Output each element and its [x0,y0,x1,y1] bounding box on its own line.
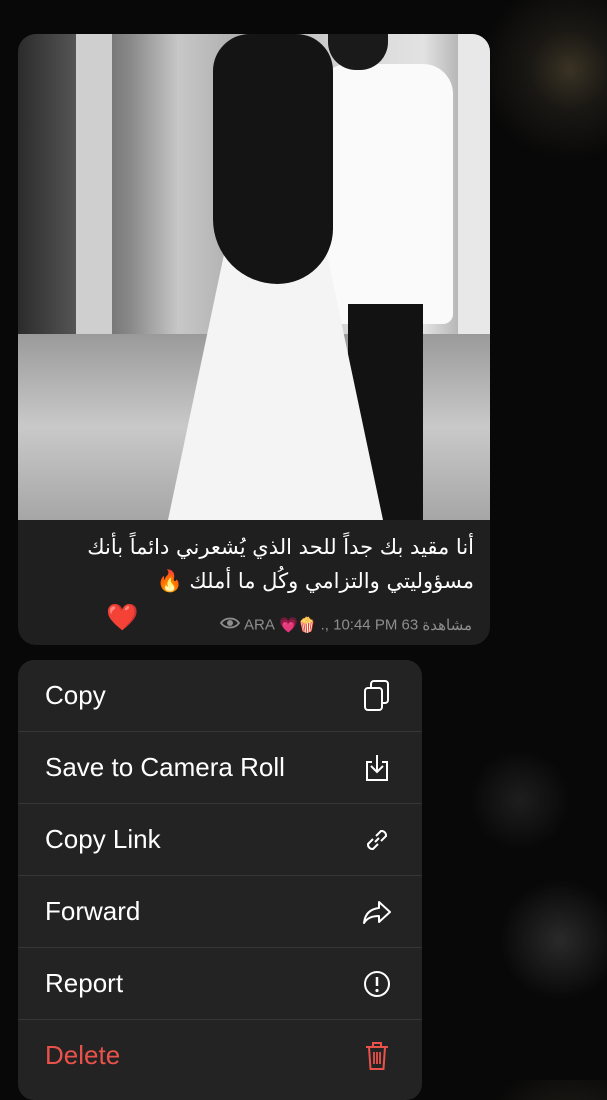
message-time: 10:44 PM [333,616,398,634]
views-count: 63 [401,616,419,634]
meta-separator: ., [320,616,329,634]
eye-icon [219,617,244,634]
report-exclamation-icon [360,967,394,1001]
save-download-icon [360,751,394,785]
menu-copy-link[interactable]: Copy Link [18,804,422,876]
menu-copy[interactable]: Copy [18,660,422,732]
trash-icon [360,1039,394,1073]
views-suffix: مشاهدة [422,617,472,635]
context-menu: Copy Save to Camera Roll Copy Link Forwa… [18,660,422,1100]
menu-report-label: Report [45,968,124,998]
menu-forward[interactable]: Forward [18,876,422,948]
menu-copy-link-label: Copy Link [45,824,161,854]
menu-delete-label: Delete [45,1040,121,1070]
menu-report[interactable]: Report [18,948,422,1020]
message-photo[interactable] [18,34,490,520]
copy-icon [360,679,394,713]
menu-forward-label: Forward [45,896,141,926]
link-icon [360,823,394,857]
sender-emojis: 💗🍿 [279,617,317,635]
menu-copy-label: Copy [45,680,106,710]
message-caption: أنا مقيد بك جداً للحد الذي يُشعرني دائما… [87,535,474,593]
sender-name: ARA [244,616,275,634]
menu-save-to-camera-roll[interactable]: Save to Camera Roll [18,732,422,804]
forward-arrow-icon [360,895,394,929]
message-bubble[interactable]: أنا مقيد بك جداً للحد الذي يُشعرني دائما… [18,34,490,645]
message-meta: ARA 💗🍿 ., 10:44 PM مشاهدة 63 [18,616,472,634]
menu-delete[interactable]: Delete [18,1020,422,1091]
menu-save-label: Save to Camera Roll [45,752,285,782]
